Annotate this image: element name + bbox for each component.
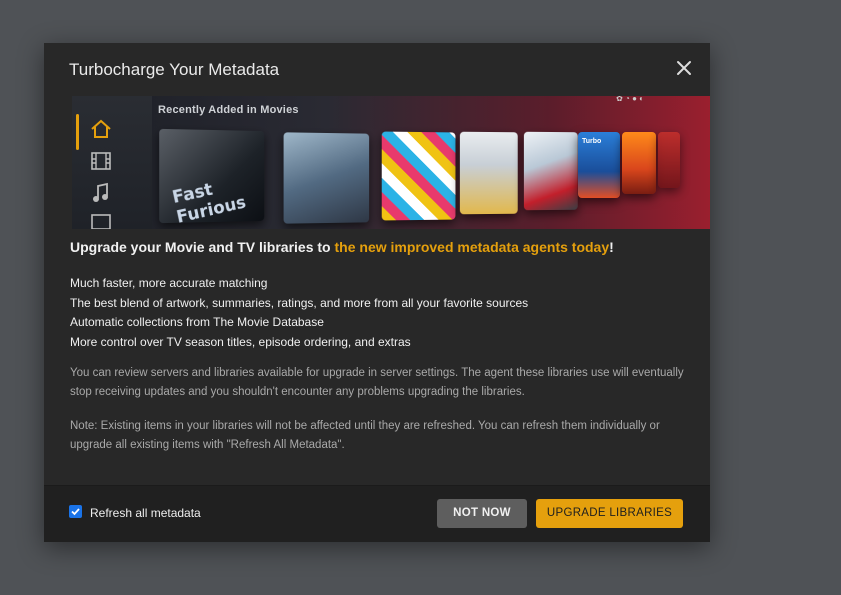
home-icon xyxy=(91,119,111,138)
poster-4 xyxy=(459,131,518,215)
list-item: The best blend of artwork, summaries, ra… xyxy=(70,295,529,310)
poster-title: Fast Furious xyxy=(170,179,248,228)
poster-8 xyxy=(658,132,680,188)
dialog-title: Turbocharge Your Metadata xyxy=(69,60,280,79)
note-paragraph: Note: Existing items in your libraries w… xyxy=(70,420,660,452)
refresh-all-metadata-checkbox[interactable] xyxy=(69,505,82,518)
banner-toolbar-icons: ✿ ◔ ● ◐ xyxy=(616,96,644,103)
poster-turbo: Turbo xyxy=(578,132,620,198)
tv-icon xyxy=(91,214,111,229)
banner-heading: Recently Added in Movies xyxy=(158,104,299,116)
poster-2 xyxy=(283,132,370,224)
dialog-footer: Refresh all metadata NOT NOW UPGRADE LIB… xyxy=(44,485,710,542)
check-icon xyxy=(71,508,80,516)
poster-5 xyxy=(523,131,578,211)
list-item: Automatic collections from The Movie Dat… xyxy=(70,315,324,330)
not-now-button[interactable]: NOT NOW xyxy=(437,499,527,528)
poster-7 xyxy=(622,132,656,194)
headline: Upgrade your Movie and TV libraries to t… xyxy=(70,239,690,255)
dialog-content: Upgrade your Movie and TV libraries to t… xyxy=(70,239,690,455)
upgrade-libraries-button[interactable]: UPGRADE LIBRARIES xyxy=(536,499,683,528)
music-icon xyxy=(93,182,108,202)
banner-sidebar xyxy=(72,96,152,229)
headline-suffix: ! xyxy=(609,239,614,255)
promo-banner-image: Recently Added in Movies ✿ ◔ ● ◐ Fast Fu… xyxy=(72,96,710,229)
checkbox-label[interactable]: Refresh all metadata xyxy=(90,506,201,520)
upgrade-metadata-dialog: Turbocharge Your Metadata Recently Added… xyxy=(44,43,710,542)
headline-prefix: Upgrade your Movie and TV libraries to xyxy=(70,239,335,255)
feature-list: Much faster, more accurate matching The … xyxy=(70,274,690,352)
poster-3 xyxy=(381,131,456,221)
poster-title: Turbo xyxy=(582,138,602,145)
dialog-header: Turbocharge Your Metadata xyxy=(44,43,710,96)
close-icon xyxy=(677,61,691,75)
film-icon xyxy=(91,152,111,170)
upgrade-info-paragraph: You can review servers and libraries ava… xyxy=(70,367,684,399)
poster-fast-furious: Fast Furious xyxy=(159,128,265,228)
list-item: More control over TV season titles, epis… xyxy=(70,334,411,349)
headline-link[interactable]: the new improved metadata agents today xyxy=(335,239,610,255)
close-button[interactable] xyxy=(676,60,692,76)
list-item: Much faster, more accurate matching xyxy=(70,276,268,290)
